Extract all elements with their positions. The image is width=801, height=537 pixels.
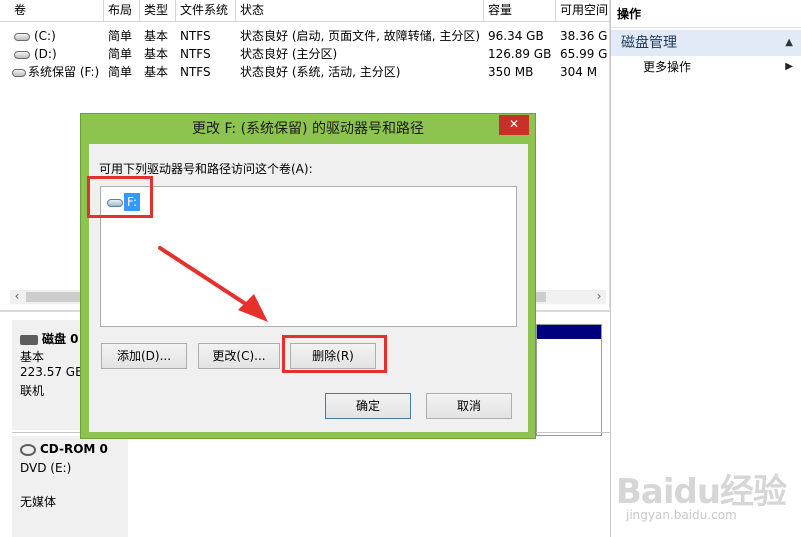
drive-icon bbox=[14, 50, 30, 59]
disk-0-state: 联机 bbox=[20, 384, 45, 398]
dialog-instruction: 可用下列驱动器号和路径访问这个卷(A): bbox=[99, 162, 313, 176]
drive-highlight-box bbox=[87, 176, 153, 218]
column-volume[interactable]: 卷 bbox=[10, 0, 104, 22]
chevron-up-icon: ▲ bbox=[785, 37, 793, 48]
volume-row[interactable]: (D:) 简单 基本 NTFS 状态良好 (主分区) 126.89 GB 65.… bbox=[0, 45, 609, 63]
disk-0-partition-block[interactable] bbox=[536, 324, 602, 436]
volume-name: (D:) bbox=[34, 47, 57, 61]
column-capacity[interactable]: 容量 bbox=[484, 0, 556, 22]
disk-0-size: 223.57 GB bbox=[20, 365, 84, 379]
dialog-body: 可用下列驱动器号和路径访问这个卷(A): F: 添加(D)... 更改(C)..… bbox=[89, 144, 528, 432]
volume-free: 65.99 G bbox=[560, 47, 608, 61]
volume-fs: NTFS bbox=[180, 65, 211, 79]
volume-free: 38.36 G bbox=[560, 29, 608, 43]
volume-capacity: 126.89 GB bbox=[488, 47, 552, 61]
actions-item-label: 更多操作 bbox=[643, 60, 692, 74]
volume-status: 状态良好 (系统, 活动, 主分区) bbox=[240, 65, 401, 79]
volume-column-header: 卷 布局 类型 文件系统 状态 容量 可用空间 bbox=[0, 0, 609, 22]
dialog-title: 更改 F: (系统保留) 的驱动器号和路径 bbox=[192, 121, 424, 137]
column-status[interactable]: 状态 bbox=[236, 0, 484, 22]
volume-type: 基本 bbox=[144, 29, 169, 43]
cdrom-0-title: CD-ROM 0 bbox=[20, 442, 108, 456]
cancel-button[interactable]: 取消 bbox=[426, 393, 512, 419]
actions-item-more[interactable]: 更多操作 ▶ bbox=[611, 56, 801, 78]
chevron-right-icon: ▶ bbox=[785, 61, 793, 72]
ok-button[interactable]: 确定 bbox=[325, 393, 411, 419]
cdrom-0-type: DVD (E:) bbox=[20, 461, 72, 475]
volume-type: 基本 bbox=[144, 65, 169, 79]
volume-row[interactable]: (C:) 简单 基本 NTFS 状态良好 (启动, 页面文件, 故障转储, 主分… bbox=[0, 27, 609, 45]
volume-layout: 简单 bbox=[108, 65, 133, 79]
drive-icon bbox=[12, 68, 26, 77]
volume-fs: NTFS bbox=[180, 47, 211, 61]
volume-name: (C:) bbox=[34, 29, 56, 43]
column-free-space[interactable]: 可用空间 bbox=[556, 0, 610, 22]
drive-icon bbox=[14, 32, 30, 41]
volume-capacity: 350 MB bbox=[488, 65, 534, 79]
scroll-right-icon[interactable]: › bbox=[592, 290, 606, 304]
volume-layout: 简单 bbox=[108, 29, 133, 43]
cdrom-icon bbox=[20, 443, 36, 456]
disk-icon bbox=[20, 334, 38, 345]
drive-path-listbox[interactable]: F: bbox=[100, 186, 517, 327]
actions-section-label: 磁盘管理 bbox=[621, 35, 677, 51]
disk-0-type: 基本 bbox=[20, 350, 45, 364]
column-filesystem[interactable]: 文件系统 bbox=[176, 0, 236, 22]
volume-layout: 简单 bbox=[108, 47, 133, 61]
column-type[interactable]: 类型 bbox=[140, 0, 176, 22]
disk-0-name: 磁盘 0 bbox=[42, 332, 79, 346]
baidu-watermark: Baidu经验 jingyan.baidu.com bbox=[616, 452, 801, 537]
close-icon[interactable]: ✕ bbox=[499, 115, 529, 135]
volume-status: 状态良好 (启动, 页面文件, 故障转储, 主分区) bbox=[240, 29, 481, 43]
volume-fs: NTFS bbox=[180, 29, 211, 43]
volume-free: 304 M bbox=[560, 65, 598, 79]
actions-title: 操作 bbox=[611, 0, 801, 28]
volume-status: 状态良好 (主分区) bbox=[240, 47, 338, 61]
change-button[interactable]: 更改(C)... bbox=[198, 343, 280, 369]
volume-capacity: 96.34 GB bbox=[488, 29, 544, 43]
volume-row[interactable]: 系统保留 (F:) 简单 基本 NTFS 状态良好 (系统, 活动, 主分区) … bbox=[0, 63, 609, 81]
scroll-left-icon[interactable]: ‹ bbox=[10, 290, 24, 304]
watermark-brand: Baidu经验 bbox=[616, 472, 787, 512]
cdrom-0-state: 无媒体 bbox=[20, 495, 57, 509]
column-layout[interactable]: 布局 bbox=[104, 0, 140, 22]
actions-section-disk-management[interactable]: 磁盘管理 ▲ bbox=[611, 30, 801, 56]
disk-0-title: 磁盘 0 bbox=[20, 330, 79, 347]
add-button[interactable]: 添加(D)... bbox=[101, 343, 187, 369]
change-drive-letter-dialog: 更改 F: (系统保留) 的驱动器号和路径 ✕ 可用下列驱动器号和路径访问这个卷… bbox=[80, 113, 536, 439]
watermark-url: jingyan.baidu.com bbox=[626, 508, 737, 522]
volume-type: 基本 bbox=[144, 47, 169, 61]
cdrom-0-name: CD-ROM 0 bbox=[40, 442, 108, 456]
remove-highlight-box bbox=[282, 335, 387, 373]
volume-name: 系统保留 (F:) bbox=[28, 65, 100, 79]
